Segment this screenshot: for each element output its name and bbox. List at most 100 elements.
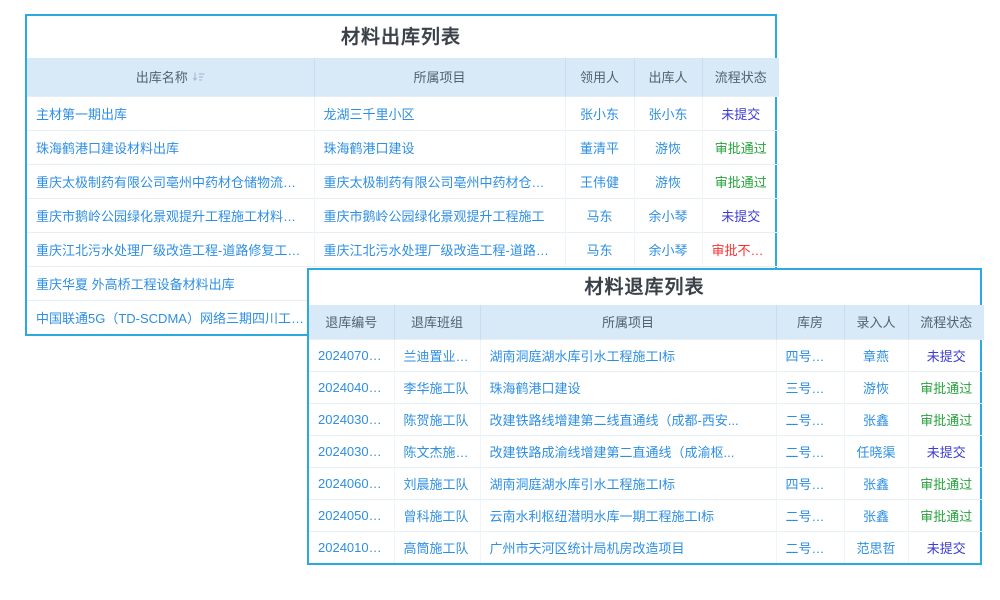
table-row[interactable]: 2024010009高筒施工队广州市天河区统计局机房改造项目二号仓库范思哲未提交 bbox=[309, 531, 984, 563]
table-cell: 四号仓库 bbox=[776, 339, 844, 371]
table-row[interactable]: 主材第一期出库龙湖三千里小区张小东张小东未提交 bbox=[27, 96, 779, 130]
table-cell: 2024060004 bbox=[309, 467, 394, 499]
table-cell: 董清平 bbox=[565, 130, 634, 164]
table-cell: 珠海鹤港口建设 bbox=[314, 130, 565, 164]
column-header-outbound-name[interactable]: 出库名称 bbox=[27, 58, 314, 96]
table-cell: 范思哲 bbox=[844, 531, 908, 563]
table-cell: 2024050004 bbox=[309, 499, 394, 531]
table-cell: 重庆太极制药有限公司亳州中药材仓储物流基... bbox=[27, 164, 314, 198]
table-cell: 马东 bbox=[565, 232, 634, 266]
table-cell: 重庆江北污水处理厂级改造工程-道路修... bbox=[314, 232, 565, 266]
status-text: 未提交 bbox=[908, 339, 984, 371]
table-cell: 2024030001 bbox=[309, 403, 394, 435]
table-row[interactable]: 2024070001兰迪置业有限公司湖南洞庭湖水库引水工程施工I标四号仓库章燕未… bbox=[309, 339, 984, 371]
table-cell: 游恢 bbox=[634, 130, 702, 164]
column-header-warehouse: 库房 bbox=[776, 305, 844, 339]
table-cell: 章燕 bbox=[844, 339, 908, 371]
column-header-project: 所属项目 bbox=[480, 305, 776, 339]
table-row[interactable]: 2024030001陈贺施工队改建铁路线增建第二线直通线（成都-西安...二号仓… bbox=[309, 403, 984, 435]
table-cell: 陈贺施工队 bbox=[394, 403, 480, 435]
return-table-body: 2024070001兰迪置业有限公司湖南洞庭湖水库引水工程施工I标四号仓库章燕未… bbox=[309, 339, 984, 563]
table-cell: 湖南洞庭湖水库引水工程施工I标 bbox=[480, 339, 776, 371]
table-cell: 张小东 bbox=[634, 96, 702, 130]
table-row[interactable]: 珠海鹤港口建设材料出库珠海鹤港口建设董清平游恢审批通过 bbox=[27, 130, 779, 164]
return-table-title: 材料退库列表 bbox=[309, 270, 980, 305]
status-text: 审批通过 bbox=[702, 164, 779, 198]
table-cell: 高筒施工队 bbox=[394, 531, 480, 563]
table-cell: 珠海鹤港口建设 bbox=[480, 371, 776, 403]
status-text: 未提交 bbox=[702, 198, 779, 232]
table-cell: 主材第一期出库 bbox=[27, 96, 314, 130]
column-header-label: 出库名称 bbox=[136, 70, 188, 85]
column-header-status: 流程状态 bbox=[908, 305, 984, 339]
table-cell: 王伟健 bbox=[565, 164, 634, 198]
return-header-row: 退库编号 退库班组 所属项目 库房 录入人 流程状态 bbox=[309, 305, 984, 339]
table-cell: 广州市天河区统计局机房改造项目 bbox=[480, 531, 776, 563]
material-return-card: 材料退库列表 退库编号 退库班组 所属项目 库房 录入人 流程状态 202407… bbox=[307, 268, 982, 565]
status-text: 未提交 bbox=[908, 531, 984, 563]
table-cell: 张鑫 bbox=[844, 499, 908, 531]
table-row[interactable]: 重庆江北污水处理厂级改造工程-道路修复工程...重庆江北污水处理厂级改造工程-道… bbox=[27, 232, 779, 266]
table-cell: 刘晨施工队 bbox=[394, 467, 480, 499]
column-header-return-code: 退库编号 bbox=[309, 305, 394, 339]
table-cell: 2024030003 bbox=[309, 435, 394, 467]
table-cell: 游恢 bbox=[634, 164, 702, 198]
table-cell: 中国联通5G（TD-SCDMA）网络三期四川工程... bbox=[27, 300, 314, 334]
table-cell: 马东 bbox=[565, 198, 634, 232]
status-text: 未提交 bbox=[702, 96, 779, 130]
table-row[interactable]: 2024050004曾科施工队云南水利枢纽潜明水库一期工程施工I标二号仓库张鑫审… bbox=[309, 499, 984, 531]
table-cell: 曾科施工队 bbox=[394, 499, 480, 531]
table-cell: 二号仓库 bbox=[776, 403, 844, 435]
column-header-issuer: 出库人 bbox=[634, 58, 702, 96]
table-cell: 二号仓库 bbox=[776, 531, 844, 563]
table-cell: 珠海鹤港口建设材料出库 bbox=[27, 130, 314, 164]
return-table: 退库编号 退库班组 所属项目 库房 录入人 流程状态 2024070001兰迪置… bbox=[309, 305, 984, 563]
status-text: 审批通过 bbox=[908, 499, 984, 531]
status-text: 审批不通过 bbox=[702, 232, 779, 266]
status-text: 未提交 bbox=[908, 435, 984, 467]
table-cell: 改建铁路线增建第二线直通线（成都-西安... bbox=[480, 403, 776, 435]
table-cell: 二号仓库 bbox=[776, 499, 844, 531]
table-cell: 陈文杰施工队 bbox=[394, 435, 480, 467]
table-cell: 余小琴 bbox=[634, 198, 702, 232]
table-row[interactable]: 2024040003李华施工队珠海鹤港口建设三号仓库游恢审批通过 bbox=[309, 371, 984, 403]
outbound-table-title: 材料出库列表 bbox=[27, 16, 775, 58]
table-cell: 任晓渠 bbox=[844, 435, 908, 467]
column-header-recorder: 录入人 bbox=[844, 305, 908, 339]
sort-icon[interactable] bbox=[192, 71, 205, 83]
table-cell: 二号仓库 bbox=[776, 435, 844, 467]
table-cell: 湖南洞庭湖水库引水工程施工I标 bbox=[480, 467, 776, 499]
column-header-status: 流程状态 bbox=[702, 58, 779, 96]
table-cell: 云南水利枢纽潜明水库一期工程施工I标 bbox=[480, 499, 776, 531]
table-cell: 兰迪置业有限公司 bbox=[394, 339, 480, 371]
table-cell: 游恢 bbox=[844, 371, 908, 403]
table-cell: 2024010009 bbox=[309, 531, 394, 563]
table-cell: 重庆太极制药有限公司亳州中药材仓储物... bbox=[314, 164, 565, 198]
table-cell: 余小琴 bbox=[634, 232, 702, 266]
table-cell: 龙湖三千里小区 bbox=[314, 96, 565, 130]
table-row[interactable]: 2024060004刘晨施工队湖南洞庭湖水库引水工程施工I标四号仓库张鑫审批通过 bbox=[309, 467, 984, 499]
table-cell: 三号仓库 bbox=[776, 371, 844, 403]
table-row[interactable]: 重庆太极制药有限公司亳州中药材仓储物流基...重庆太极制药有限公司亳州中药材仓储… bbox=[27, 164, 779, 198]
table-cell: 2024040003 bbox=[309, 371, 394, 403]
table-cell: 重庆市鹅岭公园绿化景观提升工程施工 bbox=[314, 198, 565, 232]
table-row[interactable]: 2024030003陈文杰施工队改建铁路成渝线增建第二直通线（成渝枢...二号仓… bbox=[309, 435, 984, 467]
table-row[interactable]: 重庆市鹅岭公园绿化景观提升工程施工材料出库重庆市鹅岭公园绿化景观提升工程施工马东… bbox=[27, 198, 779, 232]
table-cell: 重庆市鹅岭公园绿化景观提升工程施工材料出库 bbox=[27, 198, 314, 232]
table-cell: 重庆华夏 外高桥工程设备材料出库 bbox=[27, 266, 314, 300]
outbound-header-row: 出库名称 所属项目 领用人 出库人 流程状态 bbox=[27, 58, 779, 96]
table-cell: 改建铁路成渝线增建第二直通线（成渝枢... bbox=[480, 435, 776, 467]
table-cell: 张鑫 bbox=[844, 403, 908, 435]
column-header-project: 所属项目 bbox=[314, 58, 565, 96]
table-cell: 张小东 bbox=[565, 96, 634, 130]
column-header-return-team: 退库班组 bbox=[394, 305, 480, 339]
status-text: 审批通过 bbox=[908, 403, 984, 435]
table-cell: 2024070001 bbox=[309, 339, 394, 371]
table-cell: 李华施工队 bbox=[394, 371, 480, 403]
status-text: 审批通过 bbox=[702, 130, 779, 164]
column-header-recipient: 领用人 bbox=[565, 58, 634, 96]
table-cell: 张鑫 bbox=[844, 467, 908, 499]
table-cell: 重庆江北污水处理厂级改造工程-道路修复工程... bbox=[27, 232, 314, 266]
table-cell: 四号仓库 bbox=[776, 467, 844, 499]
status-text: 审批通过 bbox=[908, 467, 984, 499]
